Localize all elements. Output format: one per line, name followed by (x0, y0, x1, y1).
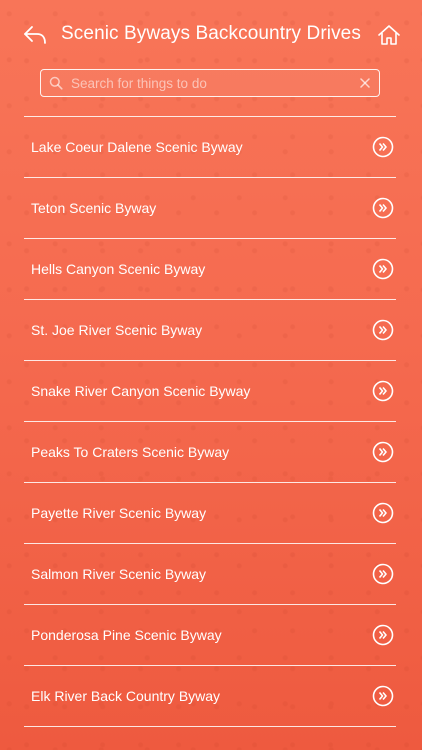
back-arrow-icon (24, 26, 46, 44)
chevron-right-circle-icon (372, 502, 394, 524)
list-item-label: Ponderosa Pine Scenic Byway (31, 627, 222, 643)
list-item-label: Salmon River Scenic Byway (31, 566, 207, 582)
page-title: Scenic Byways Backcountry Drives (61, 23, 361, 44)
list-item[interactable]: Elk River Back Country Byway (24, 666, 396, 727)
back-button[interactable] (20, 20, 50, 50)
list-item-label: Snake River Canyon Scenic Byway (31, 383, 251, 399)
search-input[interactable] (71, 75, 351, 91)
close-icon (360, 78, 370, 88)
list-item-label: Hells Canyon Scenic Byway (31, 261, 206, 277)
list-item[interactable]: Snake River Canyon Scenic Byway (24, 361, 396, 422)
chevron-right-circle-icon (372, 319, 394, 341)
list-item[interactable]: St. Joe River Scenic Byway (24, 300, 396, 361)
chevron-right-circle-icon (372, 136, 394, 158)
search-icon (41, 76, 71, 90)
chevron-right-circle-icon (372, 258, 394, 280)
list-item-label: Elk River Back Country Byway (31, 688, 221, 704)
list-item[interactable]: Ponderosa Pine Scenic Byway (24, 605, 396, 666)
clear-search-button[interactable] (351, 78, 379, 88)
list-item[interactable]: Teton Scenic Byway (24, 178, 396, 239)
list-item[interactable]: Hells Canyon Scenic Byway (24, 239, 396, 300)
chevron-right-circle-icon (372, 624, 394, 646)
list-item[interactable]: Salmon River Scenic Byway (24, 544, 396, 605)
list-item[interactable]: Lake Coeur Dalene Scenic Byway (24, 117, 396, 178)
chevron-right-circle-icon (372, 685, 394, 707)
chevron-right-circle-icon (372, 380, 394, 402)
search-bar (40, 69, 380, 97)
header: Scenic Byways Backcountry Drives (0, 0, 422, 68)
home-icon (378, 25, 400, 45)
list-item-label: Teton Scenic Byway (31, 200, 157, 216)
list-item-label: St. Joe River Scenic Byway (31, 322, 203, 338)
chevron-right-circle-icon (372, 197, 394, 219)
list-item[interactable]: Peaks To Craters Scenic Byway (24, 422, 396, 483)
list-item[interactable]: Payette River Scenic Byway (24, 483, 396, 544)
list-item-label: Payette River Scenic Byway (31, 505, 207, 521)
list-item-label: Peaks To Craters Scenic Byway (31, 444, 230, 460)
byway-list: Lake Coeur Dalene Scenic Byway Teton Sce… (24, 116, 396, 727)
home-button[interactable] (374, 20, 404, 50)
chevron-right-circle-icon (372, 563, 394, 585)
list-item-label: Lake Coeur Dalene Scenic Byway (31, 139, 243, 155)
chevron-right-circle-icon (372, 441, 394, 463)
